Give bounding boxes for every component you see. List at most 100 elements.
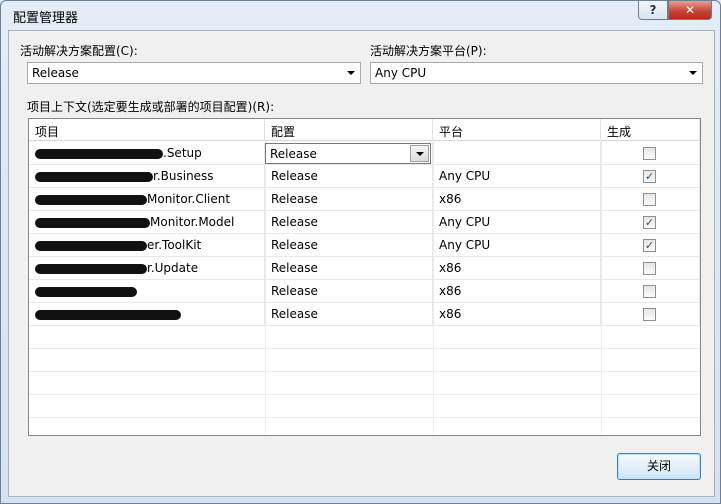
platform-value: Any CPU (439, 238, 491, 252)
project-name-cell[interactable]: r.Business (29, 165, 265, 188)
project-name-cell[interactable]: .Setup (29, 142, 265, 165)
project-name: Monitor.Client (147, 192, 231, 206)
dialog-body: 活动解决方案配置(C): Release 活动解决方案平台(P): Any CP… (8, 30, 715, 497)
config-cell[interactable]: Release (265, 142, 433, 165)
column-header-platform[interactable]: 平台 (433, 119, 601, 141)
column-header-config[interactable]: 配置 (265, 119, 433, 141)
empty-grid-row (29, 372, 700, 395)
chevron-down-icon (689, 71, 697, 75)
column-header-project[interactable]: 项目 (29, 119, 265, 141)
solution-config-combo[interactable]: Release (27, 62, 361, 84)
column-header-build[interactable]: 生成 (601, 119, 700, 141)
config-dropdown-value: Release (270, 147, 317, 161)
empty-grid-row (29, 349, 700, 372)
project-name-cell[interactable]: Monitor.Model (29, 211, 265, 234)
table-row[interactable]: Release x86 (29, 303, 700, 326)
grid-header: 项目 配置 平台 生成 (29, 119, 700, 141)
solution-platform-label: 活动解决方案平台(P): (370, 44, 487, 58)
build-checkbox-checked[interactable]: ✓ (643, 239, 656, 252)
project-config-grid[interactable]: 项目 配置 平台 生成 .Setup Release r.Business Relea… (28, 118, 701, 436)
project-name-cell[interactable] (29, 280, 265, 303)
build-checkbox[interactable] (643, 147, 656, 160)
platform-cell[interactable] (433, 142, 601, 165)
help-button[interactable]: ? (638, 1, 668, 20)
redaction-mark (35, 264, 147, 274)
build-cell (601, 303, 700, 326)
build-cell: ✓ (601, 211, 700, 234)
config-cell[interactable]: Release (265, 257, 433, 280)
solution-config-label: 活动解决方案配置(C): (20, 44, 138, 58)
config-cell[interactable]: Release (265, 165, 433, 188)
config-cell[interactable]: Release (265, 234, 433, 257)
table-row[interactable]: Monitor.Client Release x86 (29, 188, 700, 211)
platform-cell[interactable]: x86 (433, 280, 601, 303)
platform-value: Any CPU (439, 169, 491, 183)
build-checkbox[interactable] (643, 308, 656, 321)
solution-config-value: Release (32, 66, 79, 80)
table-row[interactable]: r.Update Release x86 (29, 257, 700, 280)
build-checkbox-checked[interactable]: ✓ (643, 170, 656, 183)
platform-cell[interactable]: Any CPU (433, 165, 601, 188)
build-checkbox[interactable] (643, 193, 656, 206)
table-row[interactable]: .Setup Release (29, 142, 700, 165)
project-name: .Setup (163, 146, 202, 160)
empty-grid-row (29, 418, 700, 435)
config-cell[interactable]: Release (265, 303, 433, 326)
redaction-mark (35, 310, 181, 320)
table-row[interactable]: er.ToolKit Release Any CPU ✓ (29, 234, 700, 257)
project-name-cell[interactable]: Monitor.Client (29, 188, 265, 211)
config-value: Release (271, 284, 318, 298)
config-value: Release (271, 215, 318, 229)
platform-value: x86 (439, 284, 462, 298)
platform-cell[interactable]: x86 (433, 303, 601, 326)
check-icon: ✓ (644, 216, 655, 229)
build-cell (601, 188, 700, 211)
close-button[interactable]: 关闭 (617, 453, 701, 480)
config-cell[interactable]: Release (265, 280, 433, 303)
project-context-label: 项目上下文(选定要生成或部署的项目配置)(R): (27, 100, 275, 114)
project-name-cell[interactable] (29, 303, 265, 326)
solution-platform-combo[interactable]: Any CPU (370, 62, 703, 84)
build-checkbox[interactable] (643, 285, 656, 298)
config-cell[interactable]: Release (265, 188, 433, 211)
project-name: er.ToolKit (147, 238, 202, 252)
check-icon: ✓ (644, 170, 655, 183)
build-cell (601, 257, 700, 280)
redaction-mark (35, 195, 147, 205)
redaction-mark (35, 149, 163, 159)
project-name: r.Update (147, 261, 199, 275)
build-cell: ✓ (601, 165, 700, 188)
table-row[interactable]: Release x86 (29, 280, 700, 303)
build-cell (601, 142, 700, 165)
config-value: Release (271, 261, 318, 275)
empty-grid-row (29, 395, 700, 418)
platform-cell[interactable]: Any CPU (433, 234, 601, 257)
table-row[interactable]: Monitor.Model Release Any CPU ✓ (29, 211, 700, 234)
help-icon: ? (649, 3, 657, 17)
chevron-down-icon[interactable] (410, 145, 429, 162)
build-checkbox-checked[interactable]: ✓ (643, 216, 656, 229)
build-cell (601, 280, 700, 303)
redaction-mark (35, 172, 153, 182)
project-name-cell[interactable]: er.ToolKit (29, 234, 265, 257)
title-bar[interactable]: 配置管理器 ? ✕ (1, 1, 720, 29)
close-icon: ✕ (684, 3, 696, 17)
config-dropdown[interactable]: Release (265, 143, 431, 164)
platform-value: x86 (439, 192, 462, 206)
platform-cell[interactable]: x86 (433, 257, 601, 280)
project-name-cell[interactable]: r.Update (29, 257, 265, 280)
redaction-mark (35, 287, 137, 297)
redaction-mark (35, 241, 147, 251)
build-checkbox[interactable] (643, 262, 656, 275)
config-value: Release (271, 307, 318, 321)
platform-cell[interactable]: Any CPU (433, 211, 601, 234)
window-close-button[interactable]: ✕ (668, 1, 712, 20)
config-cell[interactable]: Release (265, 211, 433, 234)
platform-value: x86 (439, 261, 462, 275)
config-value: Release (271, 169, 318, 183)
platform-cell[interactable]: x86 (433, 188, 601, 211)
table-row[interactable]: r.Business Release Any CPU ✓ (29, 165, 700, 188)
empty-grid-row (29, 326, 700, 349)
config-manager-window: 配置管理器 ? ✕ 活动解决方案配置(C): Release 活动解决方案平台(… (0, 0, 721, 504)
check-icon: ✓ (644, 239, 655, 252)
